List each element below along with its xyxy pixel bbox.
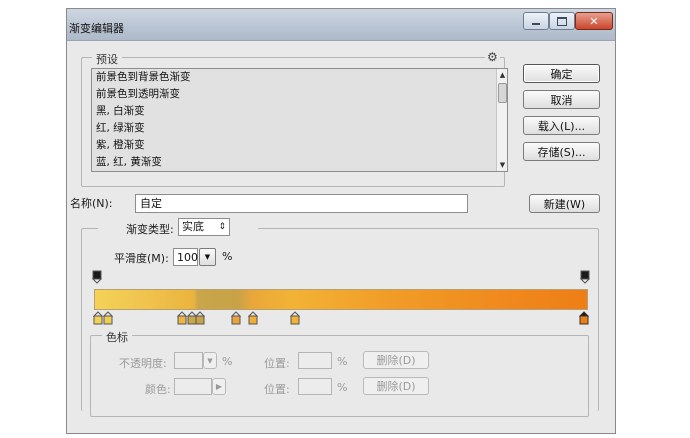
minimize-icon (532, 23, 540, 25)
opacity-stop-right[interactable] (580, 270, 590, 284)
location-unit: % (337, 355, 348, 368)
opacity-stop-left[interactable] (92, 270, 102, 284)
window-title: 渐变编辑器 (69, 22, 124, 35)
opacity-unit: % (222, 355, 233, 368)
opacity-location-input[interactable] (298, 352, 332, 369)
minimize-button[interactable] (523, 12, 549, 30)
scroll-thumb[interactable] (498, 83, 507, 103)
delete-opacity-stop-button[interactable]: 删除(D) (363, 351, 429, 369)
list-item[interactable]: 黑, 白渐变 (92, 103, 500, 121)
color-stop[interactable] (93, 311, 103, 325)
list-item[interactable]: 前景色到背景色渐变 (92, 69, 500, 87)
scroll-down-icon[interactable]: ▼ (497, 159, 507, 171)
presets-scrollbar[interactable]: ▲ ▼ (496, 69, 507, 171)
location-label: 位置: (264, 383, 290, 396)
color-stops-legend: 色标 (102, 329, 132, 345)
smoothness-dropdown[interactable]: ▼ (199, 248, 216, 266)
opacity-input[interactable] (174, 352, 203, 369)
name-input[interactable]: 自定 (135, 194, 468, 213)
color-location-input[interactable] (298, 378, 332, 395)
close-button[interactable]: ✕ (575, 12, 613, 30)
maximize-button[interactable] (549, 12, 575, 30)
ok-button[interactable]: 确定 (523, 64, 600, 83)
color-stop[interactable] (103, 311, 113, 325)
color-stop[interactable] (290, 311, 300, 325)
load-button[interactable]: 载入(L)... (523, 116, 600, 135)
chevron-down-icon: ▼ (207, 356, 213, 365)
new-button[interactable]: 新建(W) (529, 194, 600, 213)
list-item[interactable]: 前景色到透明渐变 (92, 86, 500, 104)
gradient-preview-bar[interactable] (94, 289, 588, 310)
color-picker-arrow[interactable]: ▶ (212, 378, 226, 395)
presets-legend: 预设 (92, 51, 122, 67)
triangle-right-icon: ▶ (215, 382, 223, 391)
color-stop[interactable] (248, 311, 258, 325)
smoothness-label: 平滑度(M): (114, 252, 169, 265)
gradient-type-label: 渐变类型: (126, 223, 174, 236)
color-stops-group (90, 335, 589, 417)
color-stop[interactable] (195, 311, 205, 325)
gear-icon[interactable]: ⚙ (485, 50, 500, 64)
chevron-down-icon: ▼ (204, 253, 211, 261)
title-bar[interactable]: 渐变编辑器 ✕ (67, 9, 615, 41)
opacity-label: 不透明度: (119, 357, 167, 370)
close-icon: ✕ (589, 14, 599, 28)
presets-list[interactable]: 前景色到背景色渐变 前景色到透明渐变 黑, 白渐变 红, 绿渐变 紫, 橙渐变 … (91, 68, 508, 172)
list-item[interactable]: 红, 绿渐变 (92, 120, 500, 138)
gradient-type-value: 实底 (182, 220, 204, 233)
opacity-dropdown[interactable]: ▼ (203, 352, 217, 369)
maximize-icon (557, 16, 567, 26)
smoothness-unit: % (222, 250, 233, 263)
updown-icon: ⇕ (218, 222, 226, 232)
name-label: 名称(N): (70, 197, 113, 210)
color-stop-selected[interactable] (579, 311, 589, 325)
location-unit: % (337, 381, 348, 394)
color-label: 颜色: (145, 383, 171, 396)
color-stop[interactable] (177, 311, 187, 325)
color-swatch[interactable] (174, 378, 212, 395)
smoothness-input[interactable]: 100 (173, 248, 198, 266)
delete-color-stop-button[interactable]: 删除(D) (363, 377, 429, 395)
gradient-type-row: 渐变类型: 实底 ⇕ (98, 218, 258, 238)
color-stop[interactable] (231, 311, 241, 325)
list-item[interactable]: 蓝, 红, 黄渐变 (92, 154, 500, 171)
cancel-button[interactable]: 取消 (523, 90, 600, 109)
location-label: 位置: (264, 357, 290, 370)
scroll-up-icon[interactable]: ▲ (497, 69, 507, 81)
dialog-body: 预设 ⚙ 前景色到背景色渐变 前景色到透明渐变 黑, 白渐变 红, 绿渐变 紫,… (68, 42, 614, 433)
list-item[interactable]: 紫, 橙渐变 (92, 137, 500, 155)
gradient-editor-window: 渐变编辑器 ✕ 预设 ⚙ 前景色到背景色渐变 前景色到透明渐变 黑, 白渐变 红… (66, 8, 616, 434)
save-button[interactable]: 存储(S)... (523, 142, 600, 161)
gradient-type-select[interactable]: 实底 ⇕ (178, 218, 230, 236)
